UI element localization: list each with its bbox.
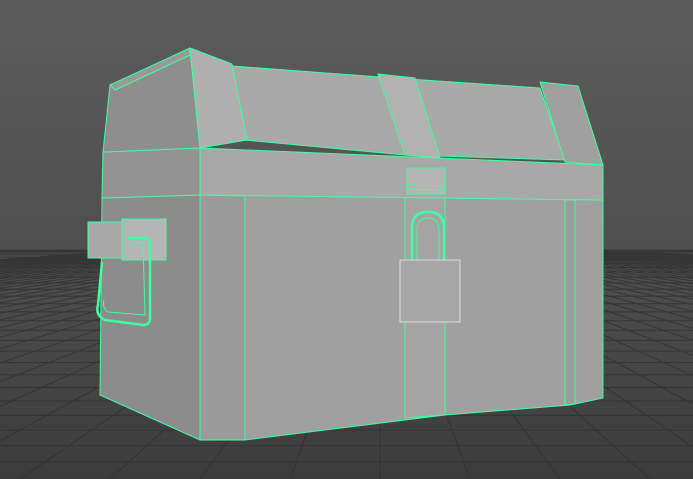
chest-corner-pillar [199, 194, 246, 441]
viewport-canvas[interactable] [0, 0, 693, 479]
lid-band-left [101, 147, 201, 199]
chest-right-pillar [564, 199, 576, 406]
3d-viewport[interactable] [0, 0, 693, 479]
handle-mount-front [121, 218, 167, 261]
padlock-body [399, 259, 461, 323]
chest-model[interactable] [87, 47, 604, 441]
handle-mount [87, 221, 123, 259]
